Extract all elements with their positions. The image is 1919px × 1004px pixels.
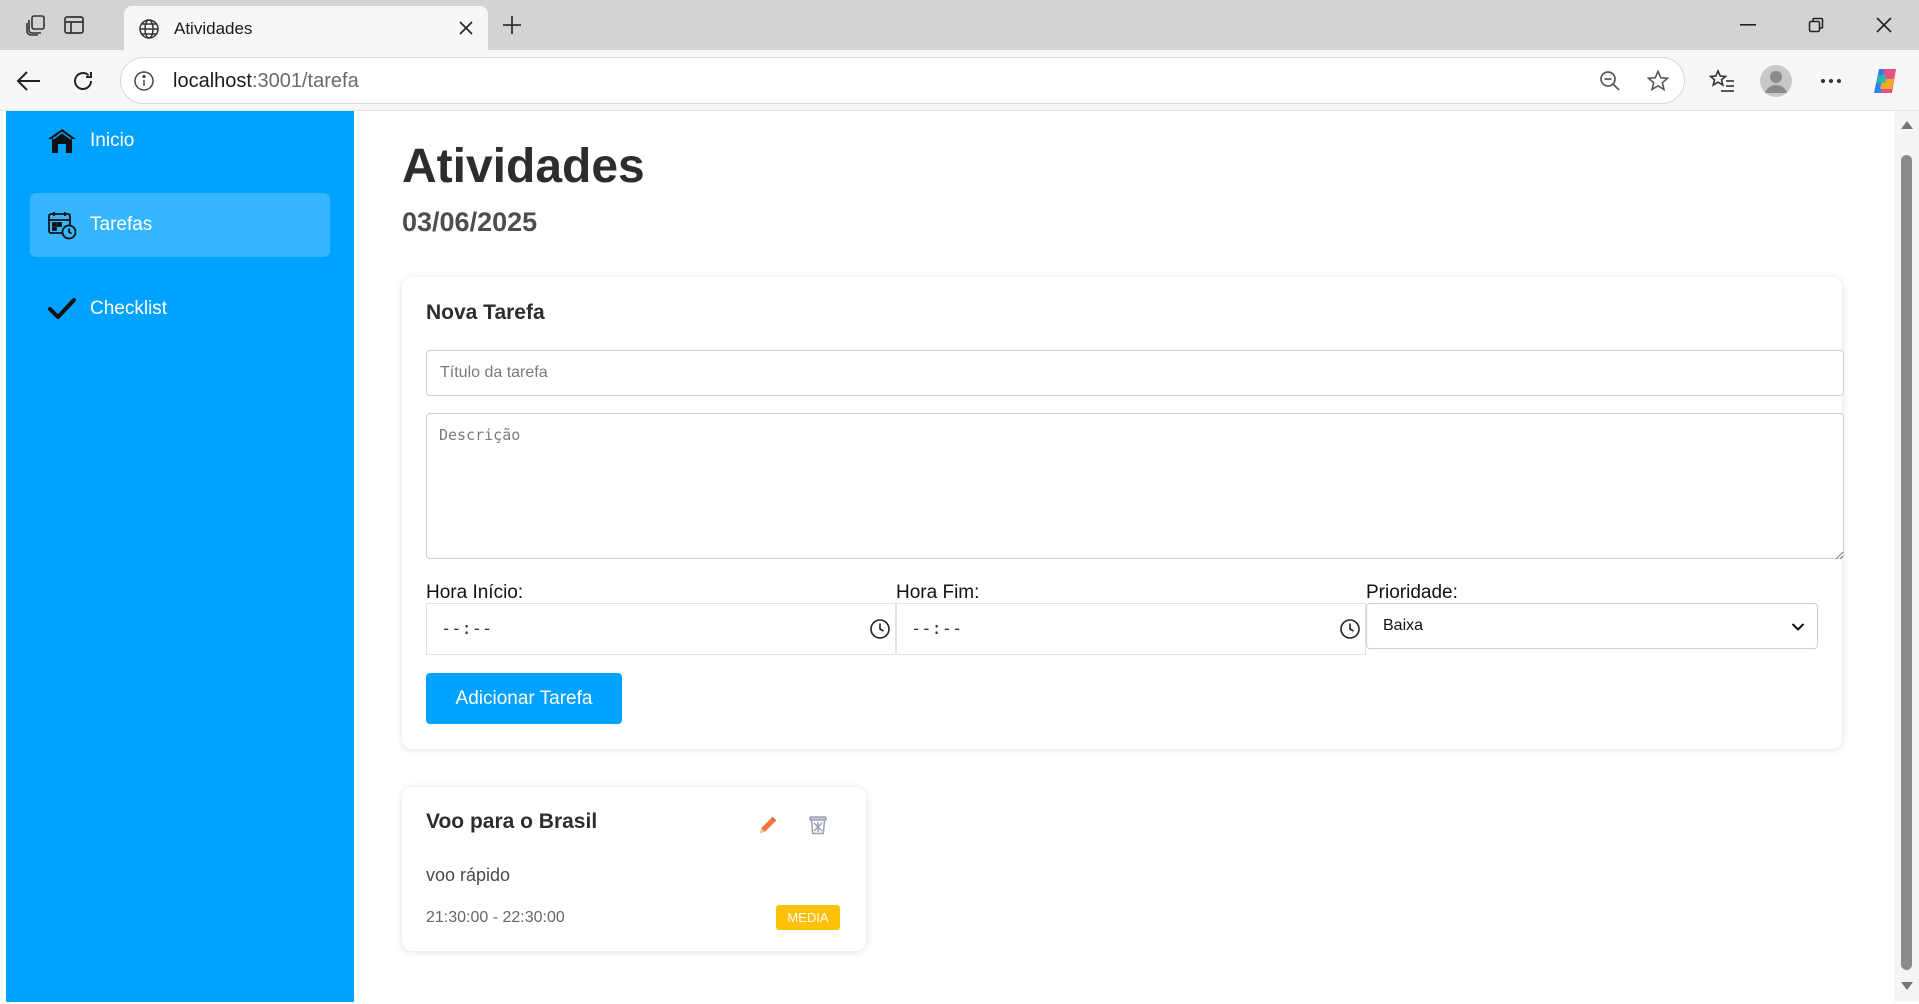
scroll-down-arrow-icon[interactable] bbox=[1900, 978, 1914, 996]
priority-badge: MEDIA bbox=[776, 905, 840, 930]
restore-button[interactable] bbox=[1782, 0, 1850, 50]
favorite-star-icon[interactable] bbox=[1646, 69, 1670, 98]
workspaces-icon[interactable] bbox=[20, 9, 52, 41]
end-time-input[interactable]: --:-- bbox=[896, 603, 1366, 655]
start-time-label: Hora Início: bbox=[426, 582, 524, 603]
checkmark-icon bbox=[46, 293, 78, 325]
task-card: Voo para o Brasil voo rápido 21:30:00 - … bbox=[402, 787, 866, 951]
main-content: Atividades 03/06/2025 Nova Tarefa Hora I… bbox=[354, 111, 1894, 1002]
zoom-out-icon[interactable] bbox=[1598, 69, 1622, 98]
clock-icon[interactable] bbox=[1339, 618, 1361, 645]
priority-selected-value: Baixa bbox=[1383, 617, 1424, 634]
close-window-button[interactable] bbox=[1850, 0, 1918, 50]
url-text[interactable]: localhost:3001/tarefa bbox=[173, 70, 359, 93]
task-title-input[interactable] bbox=[426, 350, 1844, 396]
browser-tab-active[interactable]: Atividades bbox=[124, 6, 488, 50]
task-title: Voo para o Brasil bbox=[426, 810, 598, 833]
page-title: Atividades bbox=[402, 140, 645, 193]
sidebar-item-checklist[interactable]: Checklist bbox=[30, 277, 330, 341]
site-info-icon[interactable] bbox=[133, 70, 155, 97]
browser-toolbar: localhost:3001/tarefa bbox=[0, 50, 1919, 111]
task-time-range: 21:30:00 - 22:30:00 bbox=[426, 909, 565, 926]
chevron-down-icon bbox=[1791, 619, 1805, 637]
sidebar-item-label: Checklist bbox=[90, 298, 168, 319]
tab-title: Atividades bbox=[174, 19, 253, 38]
refresh-icon[interactable] bbox=[66, 64, 100, 98]
end-time-value: --:-- bbox=[911, 619, 963, 639]
sidebar-item-tarefas[interactable]: Tarefas bbox=[30, 193, 330, 257]
clock-icon[interactable] bbox=[869, 618, 891, 645]
close-tab-icon[interactable] bbox=[454, 16, 478, 40]
task-description-input[interactable] bbox=[426, 413, 1844, 559]
end-time-label: Hora Fim: bbox=[896, 582, 980, 603]
home-icon bbox=[46, 125, 78, 157]
profile-avatar[interactable] bbox=[1757, 62, 1795, 100]
form-heading: Nova Tarefa bbox=[426, 301, 545, 324]
favorites-list-icon[interactable] bbox=[1703, 62, 1741, 100]
page-date: 03/06/2025 bbox=[402, 207, 538, 237]
sidebar-item-label: Inicio bbox=[90, 130, 135, 151]
globe-icon bbox=[138, 18, 160, 45]
vertical-scrollbar[interactable] bbox=[1894, 111, 1919, 1002]
page-viewport: Inicio Tarefas Checklist Atividades 03/0… bbox=[0, 111, 1919, 1004]
tab-actions-icon[interactable] bbox=[58, 9, 90, 41]
start-time-input[interactable]: --:-- bbox=[426, 603, 896, 655]
scroll-up-arrow-icon[interactable] bbox=[1900, 117, 1914, 135]
priority-label: Prioridade: bbox=[1366, 582, 1458, 603]
start-time-value: --:-- bbox=[441, 619, 493, 639]
sidebar-item-inicio[interactable]: Inicio bbox=[30, 109, 330, 173]
sidebar-item-label: Tarefas bbox=[90, 214, 153, 235]
task-description: voo rápido bbox=[426, 865, 511, 885]
minimize-button[interactable] bbox=[1714, 0, 1782, 50]
new-task-form: Nova Tarefa Hora Início: --:-- Hora Fim:… bbox=[402, 277, 1844, 749]
priority-select[interactable]: Baixa bbox=[1366, 603, 1818, 649]
add-task-button[interactable]: Adicionar Tarefa bbox=[426, 673, 622, 724]
calendar-clock-icon bbox=[46, 209, 78, 241]
sidebar: Inicio Tarefas Checklist bbox=[6, 111, 354, 1002]
browser-tab-bar: Atividades bbox=[0, 0, 1919, 50]
scrollbar-thumb[interactable] bbox=[1901, 155, 1912, 970]
resize-grip-icon[interactable] bbox=[1834, 547, 1844, 565]
new-tab-button[interactable] bbox=[496, 9, 528, 41]
address-bar[interactable]: localhost:3001/tarefa bbox=[120, 57, 1685, 104]
edit-pencil-icon[interactable] bbox=[754, 811, 782, 839]
delete-trash-icon[interactable] bbox=[804, 811, 832, 839]
back-arrow-icon[interactable] bbox=[12, 64, 46, 98]
copilot-icon[interactable] bbox=[1867, 62, 1905, 100]
more-menu-icon[interactable] bbox=[1812, 62, 1850, 100]
